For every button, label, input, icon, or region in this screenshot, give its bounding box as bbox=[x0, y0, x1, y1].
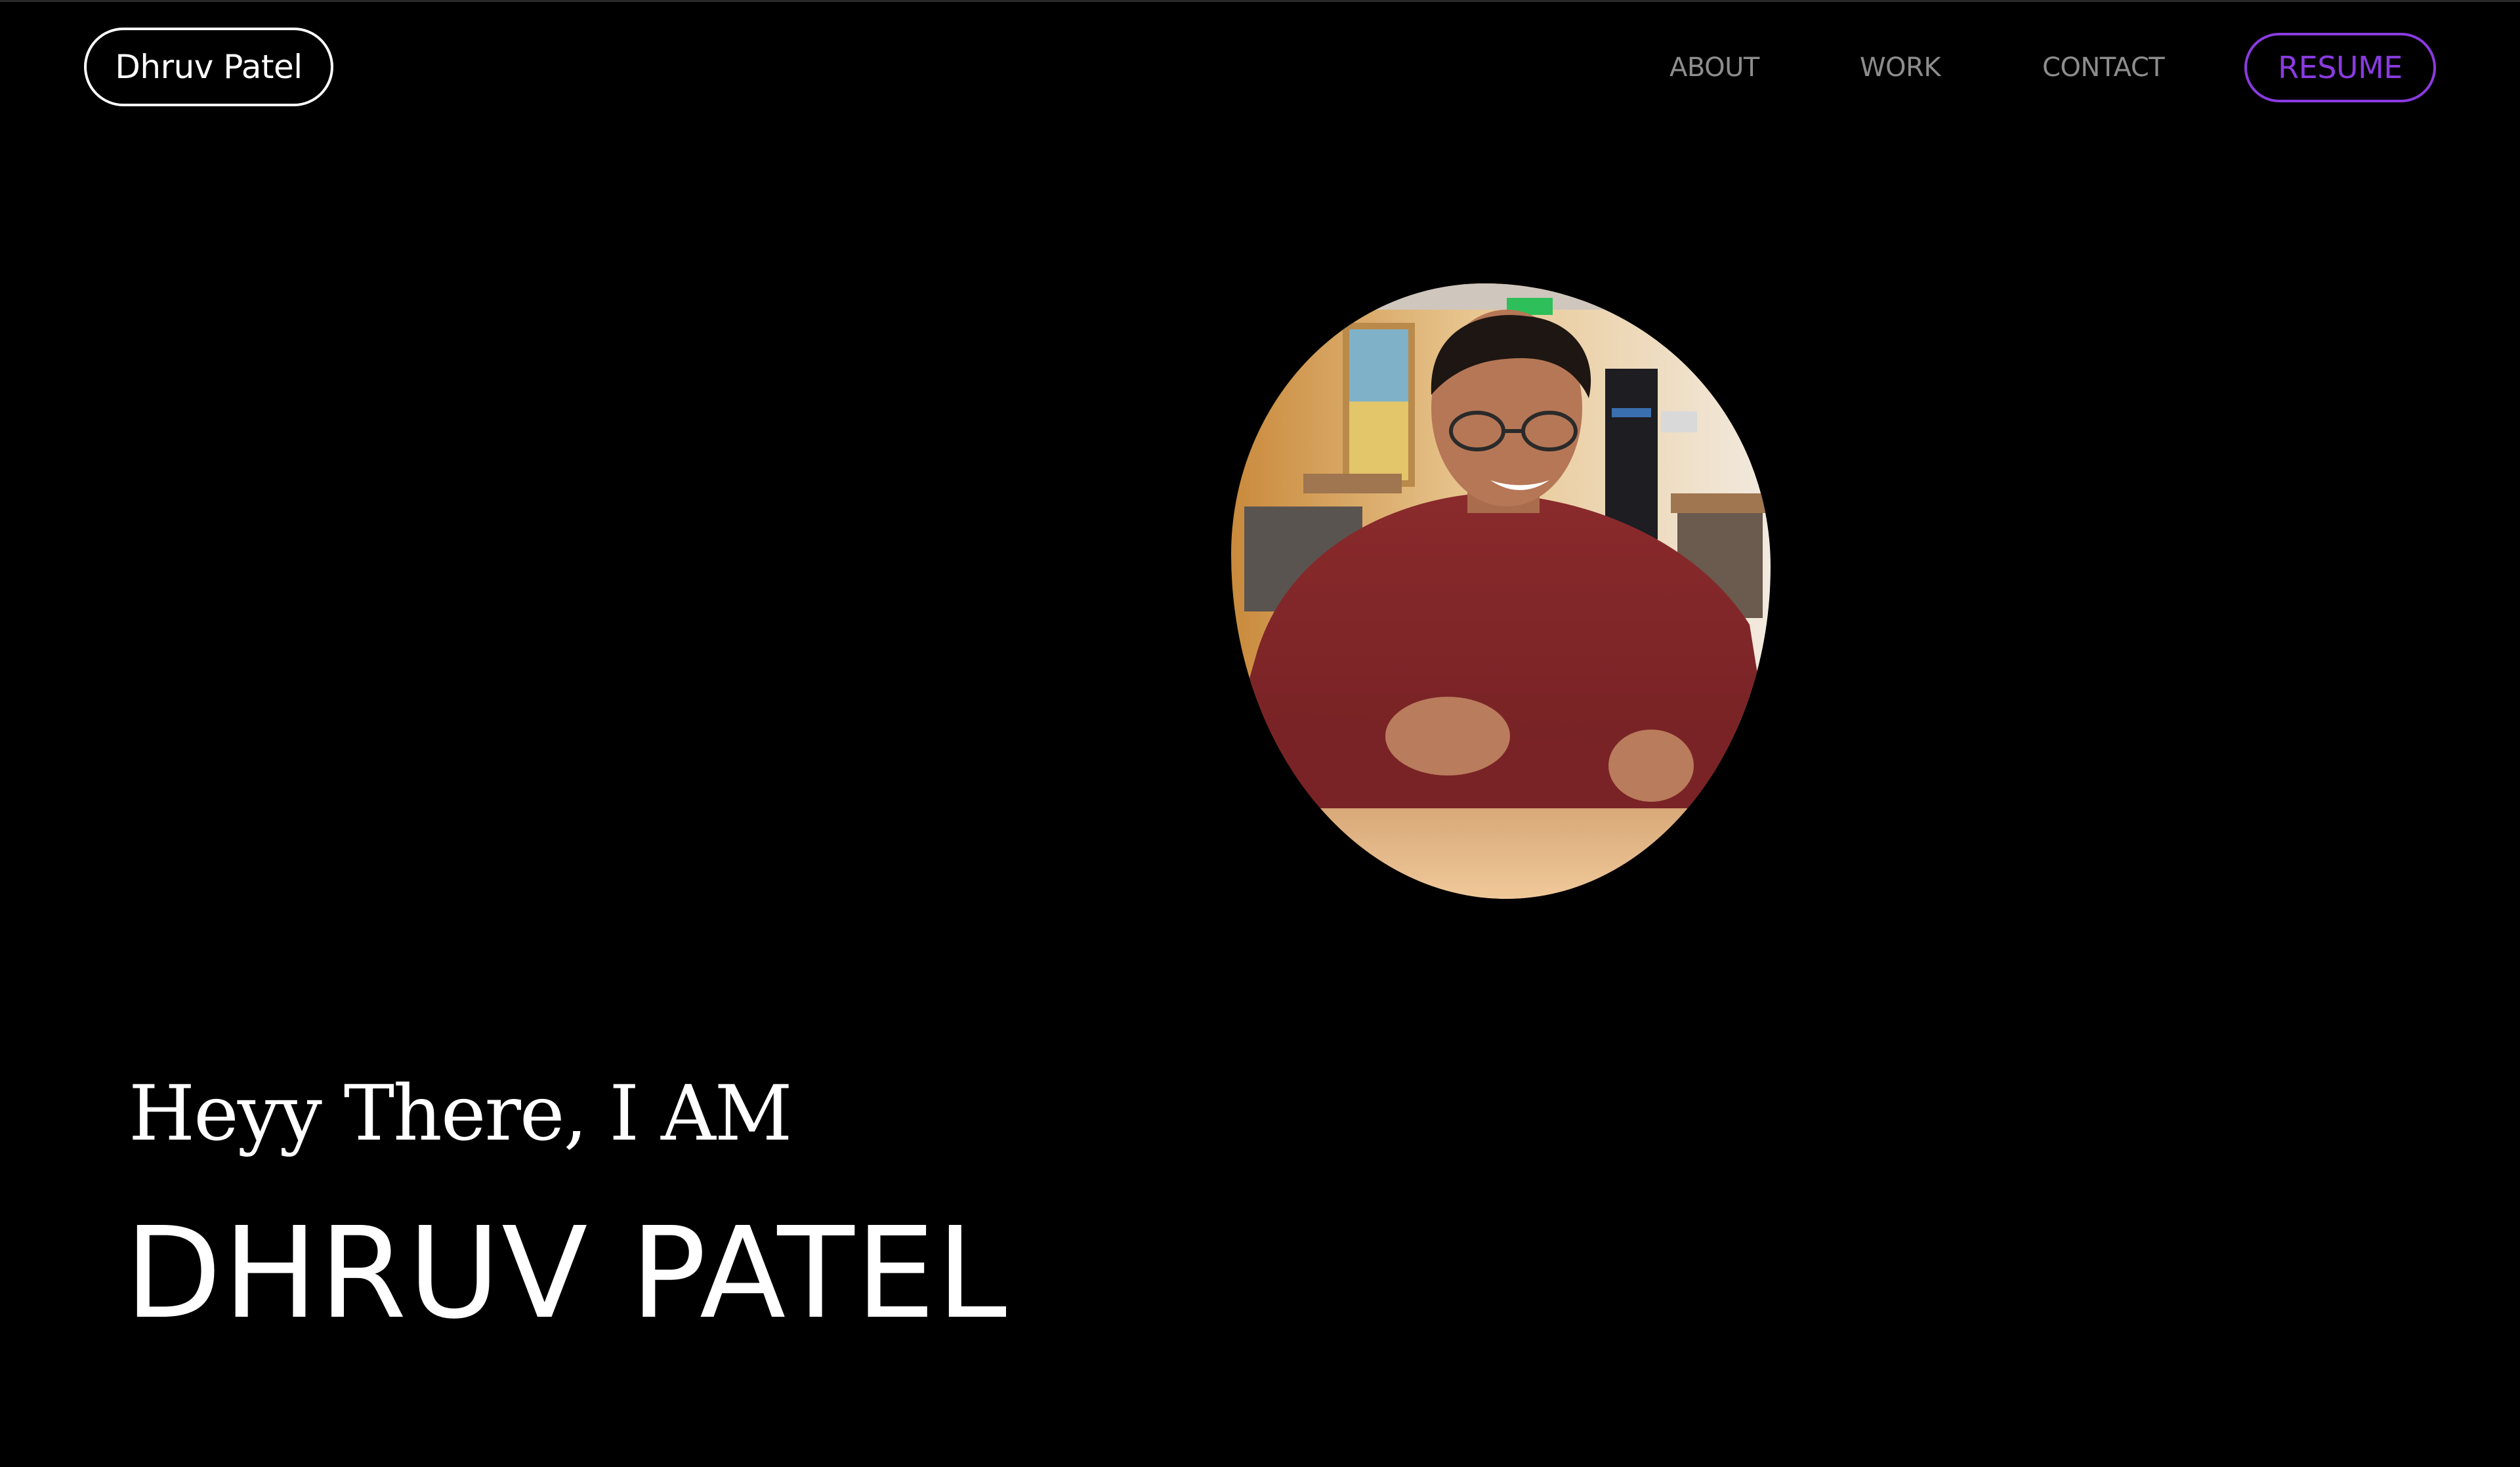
nav-contact-link[interactable]: CONTACT bbox=[2042, 50, 2165, 85]
hero-greeting: Heyy There, I AM bbox=[129, 1069, 793, 1158]
hero-name-heading: DHRUV PATEL bbox=[125, 1201, 1009, 1347]
top-divider bbox=[0, 0, 2520, 2]
profile-photo bbox=[1231, 283, 1771, 899]
profile-photo-illustration bbox=[1231, 283, 1771, 899]
nav-work-link[interactable]: WORK bbox=[1860, 50, 1941, 85]
nav-about-link[interactable]: ABOUT bbox=[1670, 50, 1759, 85]
logo-home-button[interactable]: Dhruv Patel bbox=[84, 28, 333, 106]
resume-button[interactable]: RESUME bbox=[2244, 33, 2436, 102]
